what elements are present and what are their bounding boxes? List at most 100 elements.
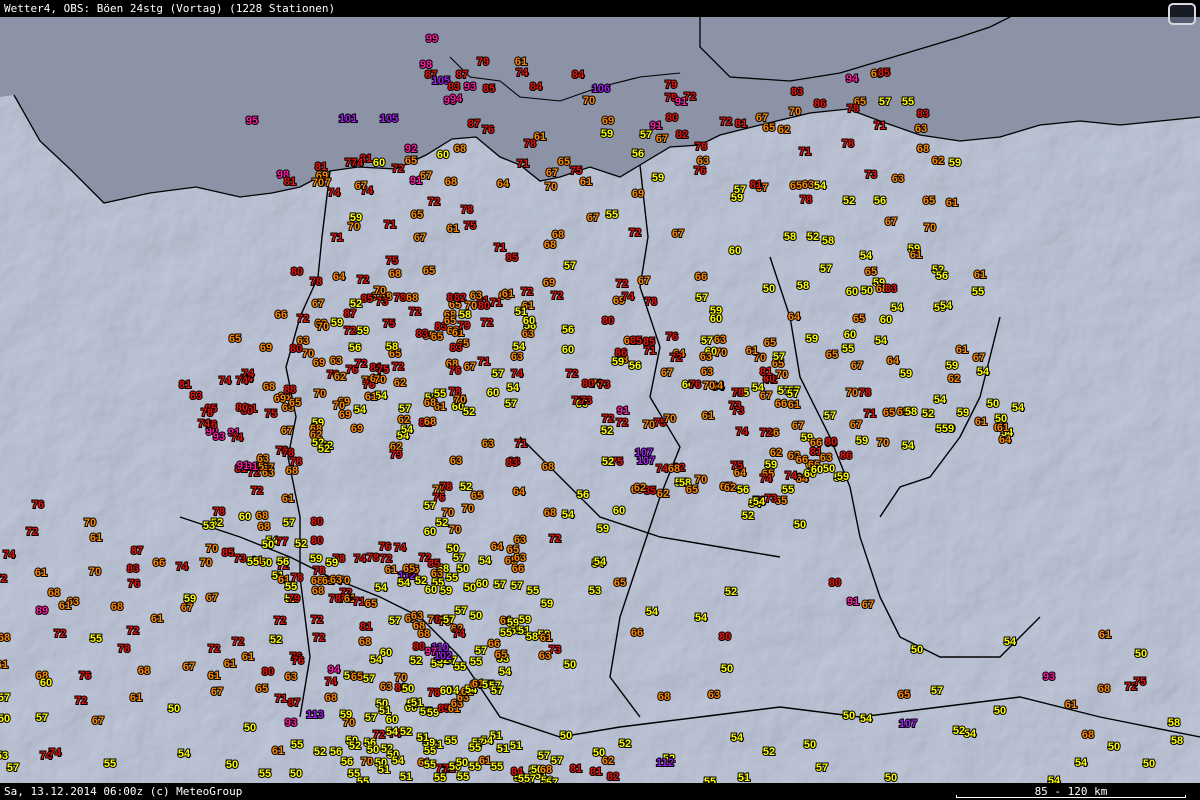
station-value: 60	[424, 526, 436, 538]
station-value: 69	[632, 188, 644, 200]
station-value: 50	[861, 285, 873, 297]
station-value: 55	[902, 96, 914, 108]
station-value: 50	[794, 519, 806, 531]
station-value: 55	[527, 585, 539, 597]
station-value: 54	[860, 713, 873, 725]
station-value: 71	[478, 356, 490, 368]
station-value: 74	[231, 432, 244, 444]
station-value: 70	[583, 95, 595, 107]
station-value: 78	[310, 276, 322, 288]
station-value: 50	[457, 563, 469, 575]
station-value: 52	[601, 425, 613, 437]
station-value: 54	[934, 394, 947, 406]
station-value: 55	[285, 581, 297, 593]
station-value: 63	[330, 355, 342, 367]
station-value: 54	[1004, 636, 1017, 648]
station-value: 54	[977, 366, 990, 378]
station-value: 67	[587, 212, 599, 224]
station-value: 59	[597, 523, 609, 535]
station-value: 60	[846, 286, 858, 298]
station-value: 60	[40, 677, 52, 689]
station-value: 93	[213, 431, 225, 443]
station-value: 59	[541, 598, 553, 610]
station-value: 72	[232, 636, 244, 648]
station-value: 94	[846, 73, 859, 85]
station-value: 91	[237, 460, 249, 472]
station-value: 57	[701, 335, 713, 347]
station-value: 72	[409, 306, 421, 318]
station-value: 58	[822, 235, 834, 247]
station-value: 68	[424, 416, 436, 428]
station-value: 79	[477, 56, 489, 68]
station-value: 50	[885, 772, 897, 783]
station-value: 72	[357, 274, 369, 286]
station-value: 65	[411, 209, 423, 221]
station-value: 91	[675, 96, 687, 108]
station-value: 87	[344, 308, 356, 320]
station-value: 55	[457, 771, 469, 783]
station-value: 56	[936, 270, 948, 282]
station-value: 72	[428, 196, 440, 208]
station-value: 61	[208, 670, 220, 682]
station-value: 52	[725, 586, 737, 598]
station-value: 55	[704, 776, 716, 783]
station-value: 70	[924, 222, 936, 234]
station-value: 61	[151, 613, 163, 625]
station-value: 55	[291, 739, 303, 751]
station-value: 87	[456, 69, 468, 81]
station-value: 65	[403, 563, 415, 575]
station-value: 66	[512, 563, 524, 575]
station-value: 54	[386, 726, 399, 738]
station-value: 66	[695, 271, 707, 283]
station-value: 60	[239, 511, 251, 523]
station-value: 52	[807, 231, 819, 243]
station-value: 82	[676, 129, 688, 141]
station-value: 61	[997, 422, 1009, 434]
station-value: 52	[763, 746, 775, 758]
station-value: 78	[847, 103, 859, 115]
station-value: 55	[424, 759, 436, 771]
station-value: 68	[0, 632, 10, 644]
station-value: 91	[617, 405, 629, 417]
station-value: 59	[949, 157, 961, 169]
station-value: 61	[282, 493, 294, 505]
station-value: 65	[471, 490, 483, 502]
station-value: 53	[589, 585, 601, 597]
station-value: 57	[824, 410, 836, 422]
station-value: 80	[290, 343, 302, 355]
station-value: 69	[260, 342, 272, 354]
station-value: 54	[499, 666, 512, 678]
station-value: 61	[702, 410, 714, 422]
station-value: 62	[334, 371, 346, 383]
station-value: 57	[820, 263, 832, 275]
station-value: 65	[229, 333, 241, 345]
station-value: 85	[878, 67, 890, 79]
station-value: 80	[291, 266, 303, 278]
station-value: 63	[802, 179, 814, 191]
station-value: 50	[1135, 648, 1147, 660]
station-value: 50	[721, 663, 733, 675]
resize-handle-icon[interactable]	[1168, 3, 1196, 25]
station-value: 52	[843, 195, 855, 207]
station-value: 52	[415, 575, 427, 587]
station-value: 65	[898, 689, 910, 701]
station-value: 59	[601, 128, 613, 140]
station-value: 71	[799, 146, 811, 158]
station-value: 67	[546, 167, 558, 179]
station-value: 56	[562, 324, 574, 336]
station-value: 57	[494, 579, 506, 591]
station-value: 72	[521, 286, 533, 298]
station-value: 54	[354, 404, 367, 416]
station-value: 72	[602, 413, 614, 425]
station-value: 65	[495, 649, 507, 661]
station-value: 64	[788, 311, 801, 323]
station-value: 59	[310, 553, 322, 565]
station-value: 78	[329, 593, 341, 605]
station-value: 69	[274, 393, 286, 405]
station-value: 57	[696, 292, 708, 304]
station-value: 56	[632, 148, 644, 160]
station-value: 60	[880, 314, 892, 326]
station-value: 66	[796, 454, 808, 466]
station-value: 66	[153, 557, 165, 569]
station-value: 67	[281, 425, 293, 437]
